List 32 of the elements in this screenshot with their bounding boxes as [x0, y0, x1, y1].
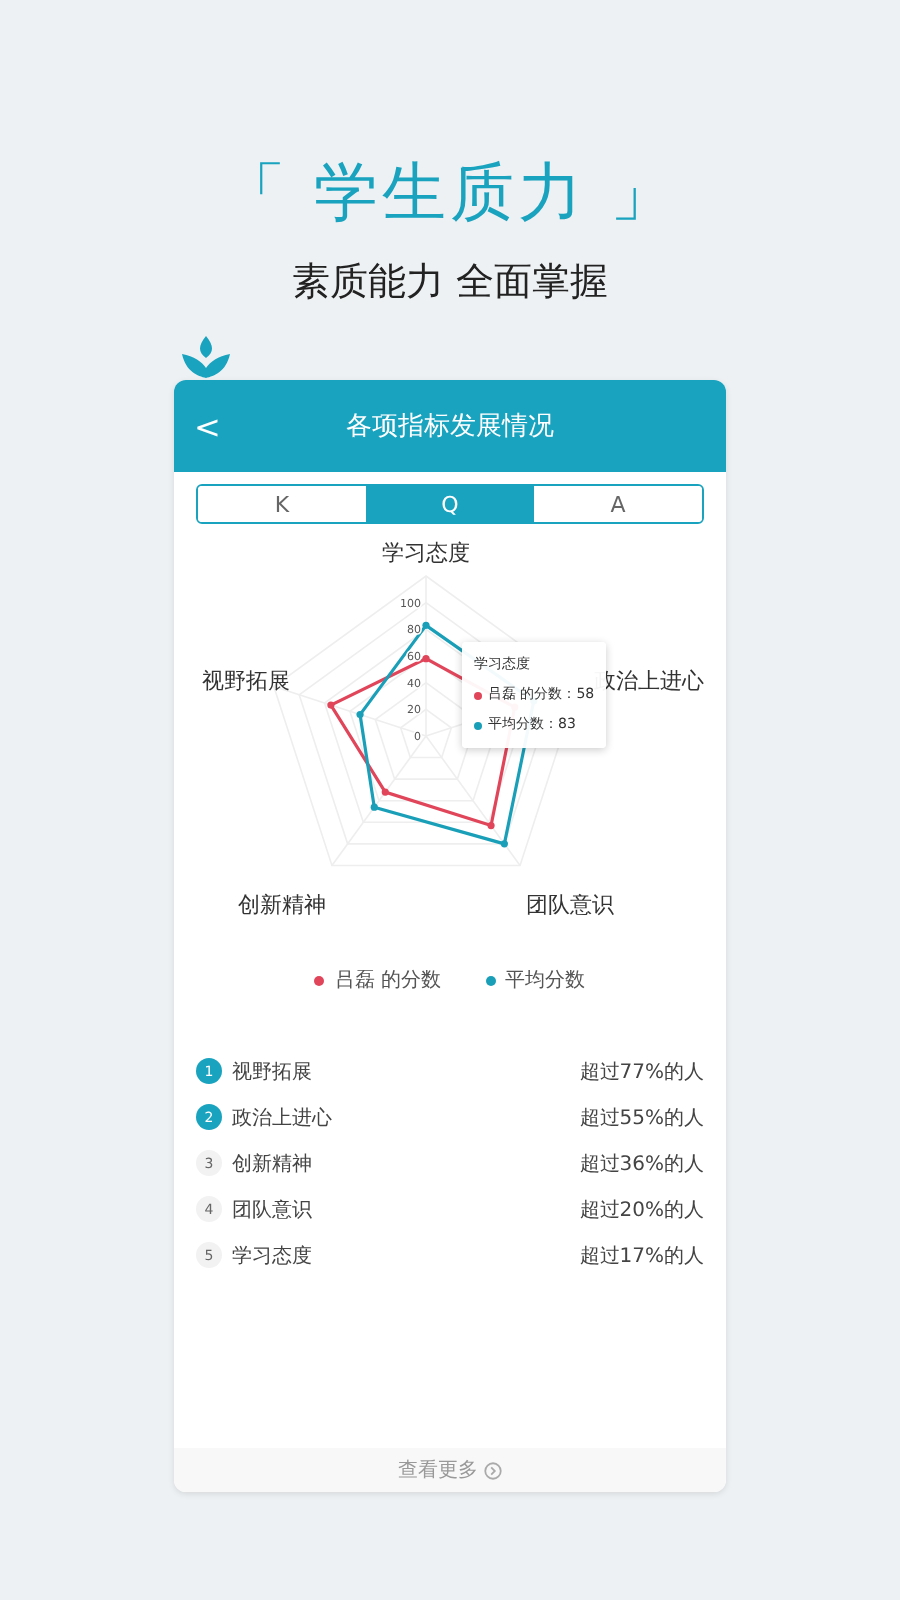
axis-label: 创新精神: [238, 892, 326, 918]
indicator-name: 学习态度: [232, 1243, 314, 1269]
data-point: [487, 821, 495, 830]
axis-label: 视野拓展: [202, 668, 290, 694]
axis-label: 学习态度: [382, 540, 470, 566]
data-point: [370, 803, 378, 811]
percentile-text: 超过20%的人: [579, 1197, 704, 1223]
more-link[interactable]: 查看更多: [174, 1448, 726, 1492]
data-point: [327, 701, 335, 709]
indicator-name: 政治上进心: [232, 1105, 334, 1131]
back-button[interactable]: <: [174, 407, 246, 445]
data-point: [422, 655, 430, 663]
indicator-name: 团队意识: [232, 1197, 314, 1223]
data-point: [381, 788, 389, 796]
legend-label: 平均分数: [505, 968, 586, 994]
legend-label: 吕磊 的分数: [334, 968, 442, 994]
data-point: [500, 840, 508, 848]
percentile-text: 超过77%的人: [579, 1059, 704, 1085]
percentile-text: 超过17%的人: [579, 1243, 704, 1269]
headline: 「 学生质力 」: [221, 152, 679, 232]
indicator-name: 创新精神: [232, 1151, 314, 1177]
tab[interactable]: Q: [366, 486, 534, 522]
chevron-circle-icon: [484, 1461, 502, 1479]
percentile-text: 超过36%的人: [579, 1151, 704, 1177]
page-title: 各项指标发展情况: [346, 410, 554, 444]
percentile-text: 超过55%的人: [579, 1105, 704, 1131]
indicator-name: 视野拓展: [232, 1059, 314, 1085]
data-point: [422, 621, 430, 629]
subheadline: 素质能力 全面掌握: [291, 258, 609, 308]
axis-label: 团队意识: [526, 892, 614, 918]
data-point: [356, 710, 364, 719]
axis-label: 政治上进心: [594, 668, 704, 694]
